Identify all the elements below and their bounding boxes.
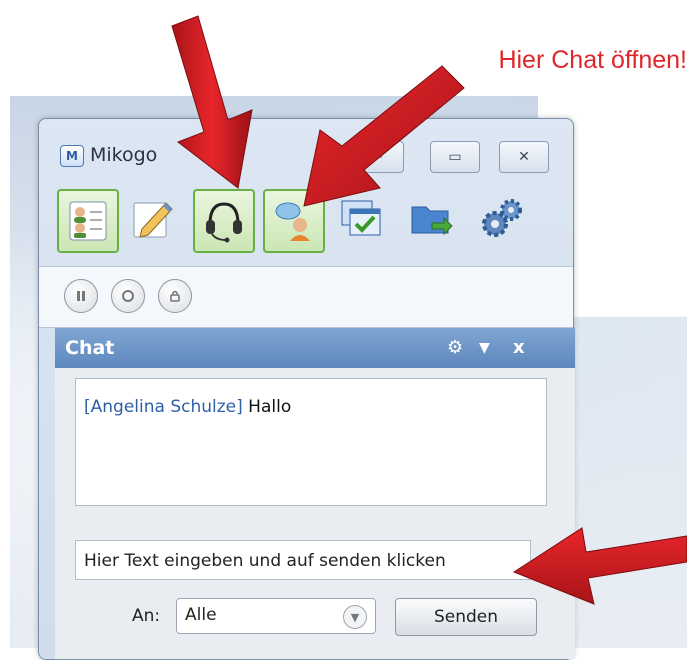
message-text: Hallo — [248, 397, 292, 417]
annotation-caption: Hier Chat öffnen! — [498, 46, 687, 74]
recipient-selected-value: Alle — [185, 605, 217, 625]
session-controls — [39, 266, 573, 328]
chat-panel-header: Chat ⚙ ▼ x — [55, 328, 575, 368]
chat-panel: [Angelina Schulze] Hallo Hier Text einge… — [55, 368, 575, 659]
chat-close-icon[interactable]: x — [513, 337, 525, 358]
record-button[interactable] — [111, 279, 145, 313]
arrow-input-annotation-icon — [512, 527, 687, 605]
chat-message-list: [Angelina Schulze] Hallo — [75, 378, 547, 506]
recipient-label: An: — [132, 606, 161, 626]
headset-icon — [206, 202, 242, 243]
arrow-chat-annotation-icon — [303, 65, 465, 207]
chat-message-input[interactable]: Hier Text eingeben und auf senden klicke… — [75, 540, 531, 580]
recipient-select[interactable]: Alle ▼ — [176, 598, 376, 634]
gears-icon — [482, 199, 522, 237]
chevron-down-icon: ▼ — [343, 605, 367, 629]
record-icon — [122, 290, 134, 302]
chat-collapse-icon[interactable]: ▼ — [479, 340, 490, 356]
pause-button[interactable] — [64, 279, 98, 313]
lock-session-button[interactable] — [158, 279, 192, 313]
window-title: Mikogo — [90, 144, 158, 166]
close-window-button[interactable]: ✕ — [499, 141, 549, 173]
settings-tool-button[interactable] — [473, 189, 531, 249]
pencil-icon — [133, 202, 173, 238]
chat-message: [Angelina Schulze] Hallo — [84, 397, 538, 417]
participants-icon — [69, 201, 107, 241]
close-icon: ✕ — [518, 149, 530, 165]
chat-settings-gear-icon[interactable]: ⚙ — [447, 337, 463, 358]
lock-icon — [170, 290, 180, 302]
pause-icon — [77, 291, 85, 301]
chat-title: Chat — [65, 337, 115, 359]
app-logo-icon: M — [60, 145, 84, 167]
participants-tool-button[interactable] — [57, 189, 119, 253]
arrow-audio-annotation-icon — [171, 15, 253, 189]
message-sender: [Angelina Schulze] — [84, 397, 243, 417]
